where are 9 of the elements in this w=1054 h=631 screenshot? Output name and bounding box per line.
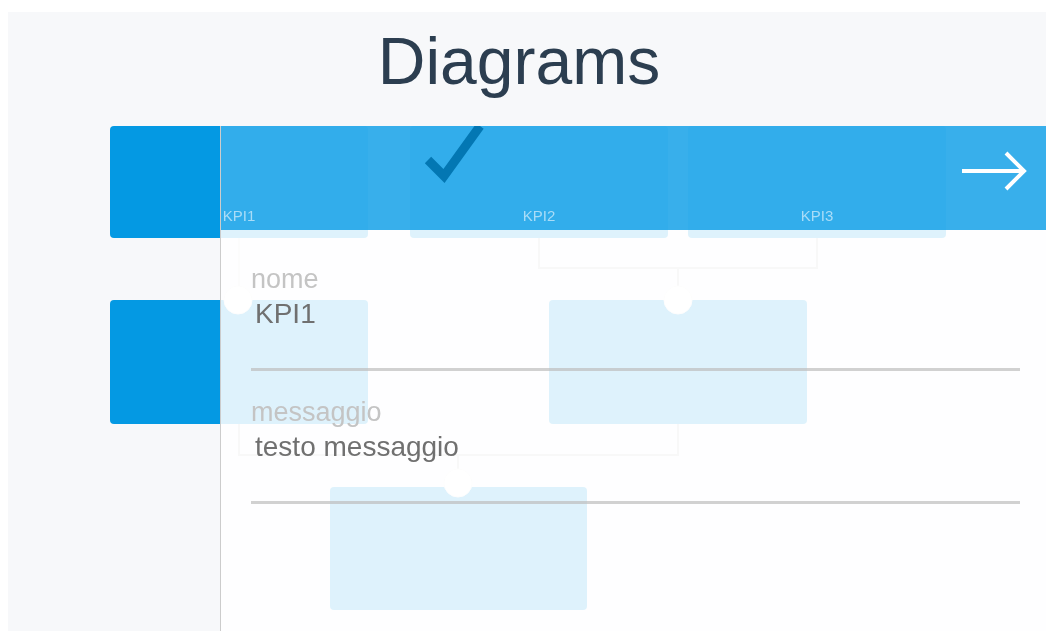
node-label: KPI2	[521, 207, 557, 224]
text-field[interactable]: KPI1	[251, 294, 1020, 371]
text-field[interactable]: testo messaggio	[251, 427, 1020, 504]
node-label: KPI1	[221, 207, 257, 224]
page-title: Diagrams	[376, 23, 662, 96]
field-label: nome	[251, 264, 320, 294]
arrow-right-icon[interactable]	[960, 151, 1028, 191]
node-label: KPI3	[799, 207, 835, 224]
field-label: messaggio	[251, 397, 383, 427]
